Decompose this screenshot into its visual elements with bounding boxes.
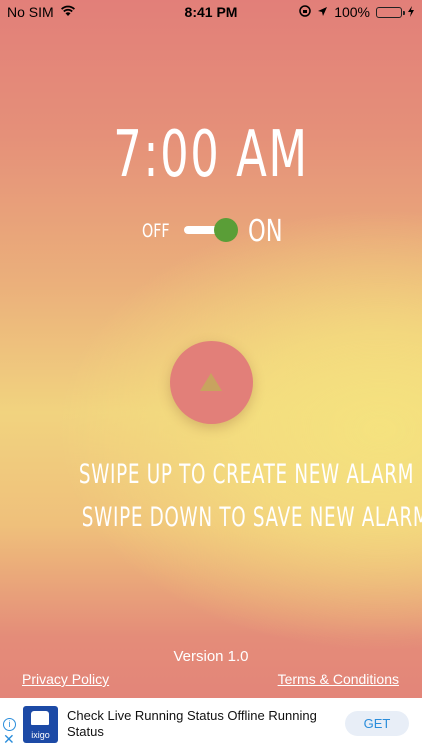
arrow-up-icon: [200, 373, 222, 391]
swipe-down-instruction: SWIPE DOWN TO SAVE NEW ALARM: [81, 502, 422, 533]
swipe-up-button[interactable]: [170, 341, 253, 424]
ad-text[interactable]: Check Live Running Status Offline Runnin…: [67, 708, 317, 740]
battery-icon: [376, 6, 405, 18]
swipe-up-instruction: SWIPE UP TO CREATE NEW ALARM: [78, 459, 415, 490]
ad-banner[interactable]: i ✕ ixigo Check Live Running Status Offl…: [0, 698, 422, 750]
rotation-lock-icon: [299, 4, 311, 20]
info-icon[interactable]: i: [3, 718, 16, 731]
terms-link[interactable]: Terms & Conditions: [278, 671, 399, 687]
close-icon[interactable]: ✕: [3, 732, 15, 746]
ad-logo[interactable]: ixigo: [23, 706, 58, 743]
switch-knob[interactable]: [214, 218, 238, 242]
status-bar: No SIM 8:41 PM 100%: [0, 0, 422, 24]
alarm-time[interactable]: 7:00 AM: [46, 118, 375, 192]
privacy-policy-link[interactable]: Privacy Policy: [22, 671, 109, 687]
alarm-toggle-row: OFF ON: [0, 214, 422, 249]
get-button[interactable]: GET: [345, 711, 409, 736]
charging-icon: [408, 4, 414, 20]
version-label: Version 1.0: [173, 648, 249, 665]
on-label: ON: [248, 214, 283, 249]
off-label: OFF: [142, 220, 170, 242]
location-icon: [317, 4, 328, 20]
ad-logo-text: ixigo: [31, 730, 50, 740]
train-icon: [31, 711, 49, 725]
status-right: 100%: [299, 4, 414, 20]
battery-percent: 100%: [334, 4, 370, 20]
